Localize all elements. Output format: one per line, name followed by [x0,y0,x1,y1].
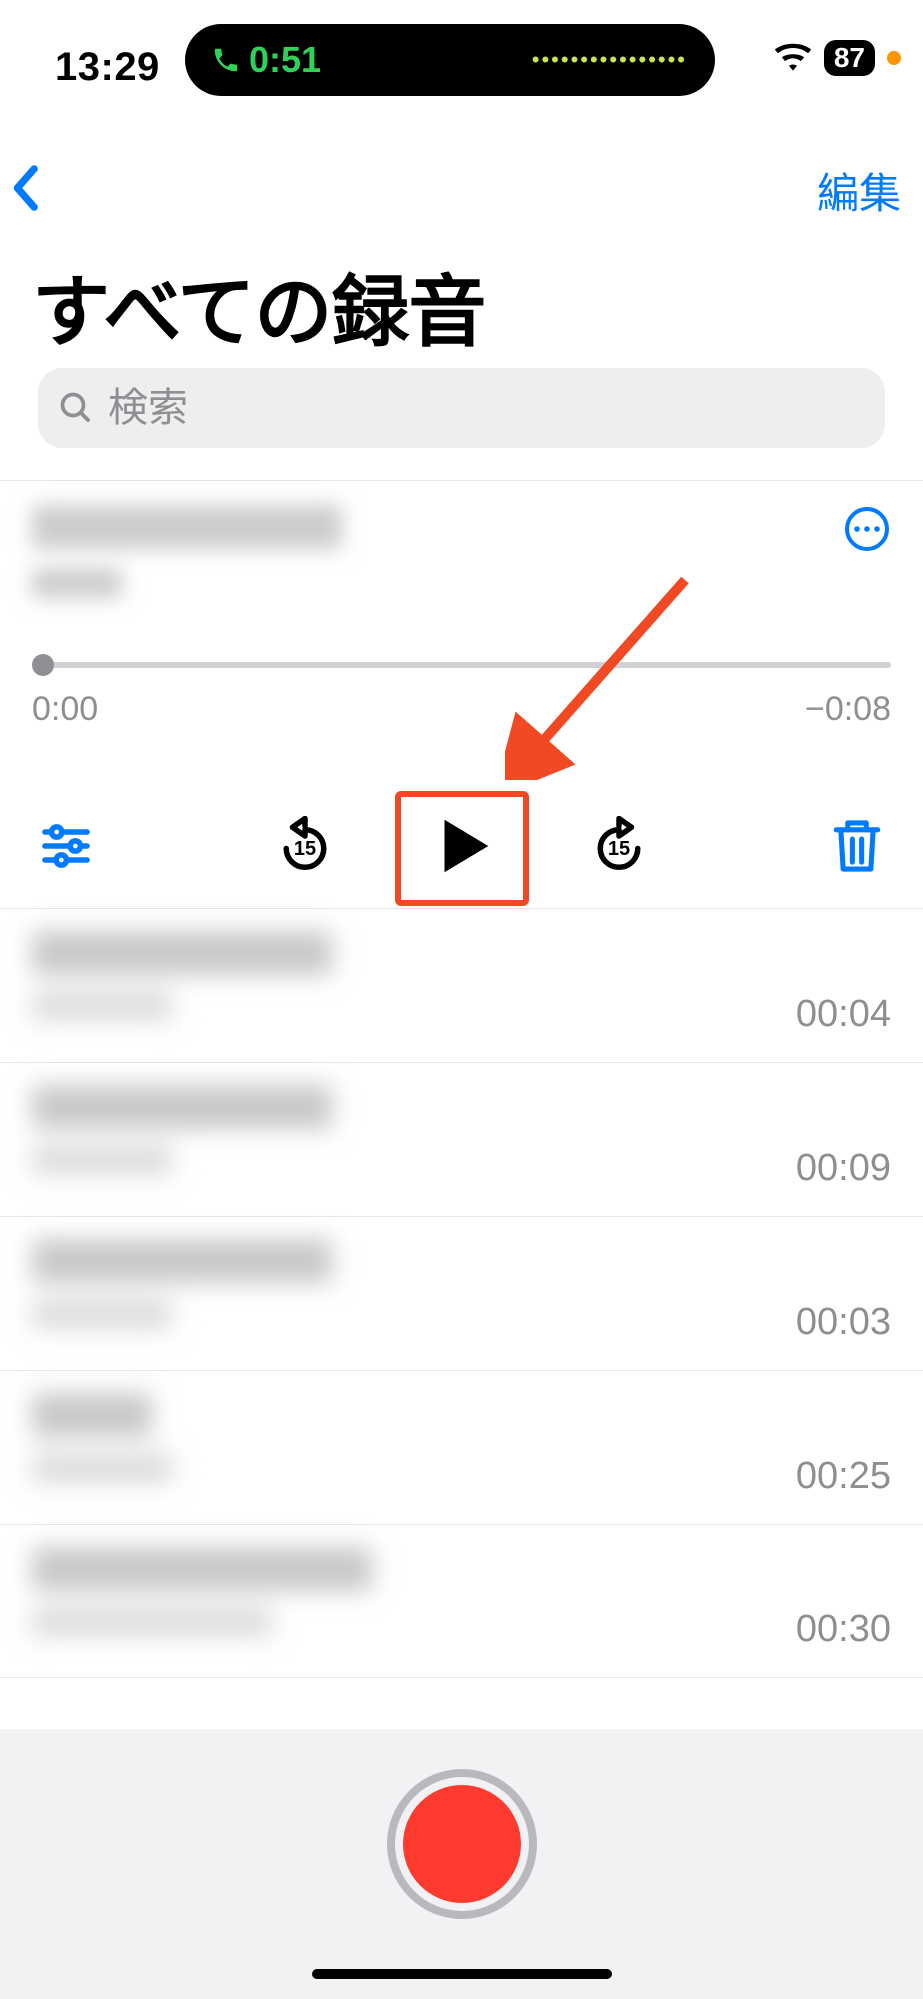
recording-duration: 00:04 [796,931,891,1040]
status-right: 87 [774,40,901,76]
trash-icon [829,816,885,876]
playback-scrubber[interactable] [32,654,891,676]
recording-duration: 00:03 [796,1239,891,1348]
recording-title-redacted [32,505,342,549]
recording-duration: 00:30 [796,1547,891,1655]
search-field[interactable] [38,368,885,448]
voice-memos-screen: 13:29 0:51 •••••••••••••••• 87 編集 すべての録音 [0,0,923,1999]
wifi-icon [774,43,812,73]
svg-text:15: 15 [293,838,315,860]
record-button[interactable] [387,1769,537,1919]
remaining-time: −0:08 [805,690,891,729]
recording-subtitle-redacted [32,568,122,598]
skip-back-15-button[interactable]: 15 [275,816,335,881]
recording-title-area[interactable] [32,505,843,598]
search-input[interactable] [108,386,865,431]
ellipsis-circle-icon [843,505,891,553]
current-time: 0:00 [32,690,98,729]
record-icon [403,1785,521,1903]
sliders-icon [38,818,94,874]
recording-duration: 00:09 [796,1085,891,1194]
nav-bar: 編集 [0,150,923,230]
audio-waveform-icon: •••••••••••••••• [532,47,687,73]
list-item[interactable]: 00:04 [0,908,923,1062]
search-icon [58,390,94,426]
recording-title-redacted [32,1547,796,1655]
recording-title-redacted [32,1393,796,1502]
play-button[interactable] [427,811,497,886]
record-bar [0,1729,923,1999]
battery-indicator: 87 [824,40,875,76]
skip-back-icon: 15 [275,816,335,876]
delete-button[interactable] [829,816,885,881]
back-button[interactable] [10,164,44,217]
play-icon [427,811,497,881]
battery-percent: 87 [834,42,865,74]
list-item[interactable]: 00:09 [0,1062,923,1216]
selected-recording-panel: 0:00 −0:08 15 15 [0,480,923,936]
edit-button[interactable]: 編集 [817,160,901,221]
skip-forward-icon: 15 [589,816,649,876]
dynamic-island[interactable]: 0:51 •••••••••••••••• [185,24,715,96]
call-duration: 0:51 [249,39,321,81]
recording-title-redacted [32,1085,796,1194]
skip-forward-15-button[interactable]: 15 [589,816,649,881]
status-clock: 13:29 [55,45,160,90]
home-indicator[interactable] [312,1969,612,1979]
status-bar: 13:29 0:51 •••••••••••••••• 87 [0,0,923,100]
chevron-left-icon [10,164,44,212]
active-call-indicator[interactable]: 0:51 [211,39,321,81]
playback-settings-button[interactable] [38,818,94,879]
playback-times: 0:00 −0:08 [32,690,891,729]
recording-title-redacted [32,931,796,1040]
list-item[interactable]: 00:03 [0,1216,923,1370]
list-item[interactable]: 00:30 [0,1524,923,1678]
play-button-annotation-highlight [395,791,529,906]
page-title: すべての録音 [32,250,485,362]
scrubber-track [32,662,891,668]
mic-in-use-indicator [887,51,901,65]
recording-duration: 00:25 [796,1393,891,1502]
scrubber-thumb[interactable] [32,654,54,676]
svg-text:15: 15 [607,838,629,860]
recording-title-redacted [32,1239,796,1348]
list-item[interactable]: 00:25 [0,1370,923,1524]
more-options-button[interactable] [843,505,891,553]
phone-icon [211,45,241,75]
recordings-list: 00:04 00:09 00:03 00:25 00:30 [0,908,923,1678]
